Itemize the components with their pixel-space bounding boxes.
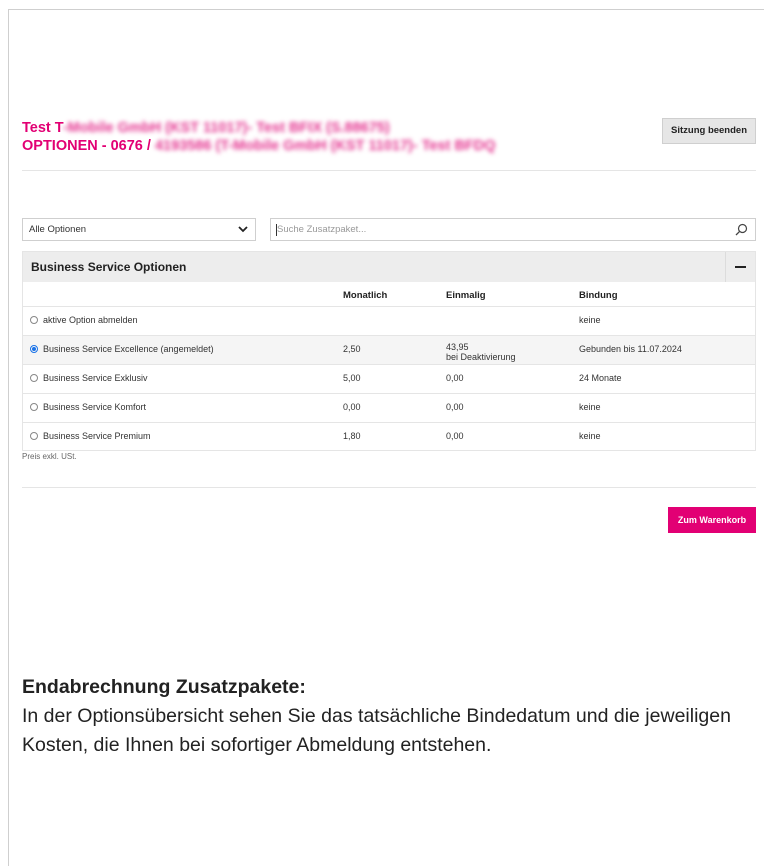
option-binding: keine xyxy=(579,402,601,412)
option-binding: keine xyxy=(579,431,601,441)
option-row[interactable]: Business Service Excellence (angemeldet)… xyxy=(23,335,755,365)
option-row[interactable]: Business Service Exklusiv 5,00 0,00 24 M… xyxy=(23,364,755,394)
customer-title: Test T-Mobile GmbH (KST 11017)- Test BFI… xyxy=(22,120,390,136)
option-radio[interactable] xyxy=(30,403,38,411)
option-monthly-price: 2,50 xyxy=(343,344,361,354)
option-once-price: 43,95 bei Deaktivierung xyxy=(446,342,516,362)
text-cursor xyxy=(276,224,277,236)
option-radio[interactable] xyxy=(30,432,38,440)
option-monthly-price: 5,00 xyxy=(343,373,361,383)
customer-title-prefix: Test T xyxy=(22,120,63,136)
option-name: Business Service Exklusiv xyxy=(43,373,148,383)
options-filter-value: Alle Optionen xyxy=(29,224,87,235)
minus-icon xyxy=(735,266,746,268)
option-name: Business Service Excellence (angemeldet) xyxy=(43,344,214,354)
customer-title-redacted: -Mobile GmbH (KST 11017)- Test BFIX (S.8… xyxy=(62,120,390,136)
option-binding: 24 Monate xyxy=(579,373,622,383)
options-title: OPTIONEN - 0676 / 4193586 (T-Mobile GmbH… xyxy=(22,138,496,154)
end-session-button[interactable]: Sitzung beenden xyxy=(662,118,756,144)
options-title-redacted: 4193586 (T-Mobile GmbH (KST 11017)- Test… xyxy=(154,138,496,154)
option-row[interactable]: aktive Option abmelden keine xyxy=(23,306,755,336)
column-header-once: Einmalig xyxy=(446,290,486,301)
add-to-cart-button[interactable]: Zum Warenkorb xyxy=(668,507,756,533)
business-service-options-panel: Business Service Optionen Monatlich Einm… xyxy=(22,251,756,451)
option-once-price: 0,00 xyxy=(446,402,464,412)
option-name: aktive Option abmelden xyxy=(43,315,138,325)
option-row[interactable]: Business Service Premium 1,80 0,00 keine xyxy=(23,422,755,452)
search-input[interactable]: Suche Zusatzpaket... xyxy=(270,218,756,241)
option-monthly-price: 1,80 xyxy=(343,431,361,441)
caption-heading: Endabrechnung Zusatzpakete: xyxy=(22,676,306,698)
screenshot-frame-top xyxy=(8,9,764,10)
caption-text: In der Optionsübersicht sehen Sie das ta… xyxy=(22,705,731,756)
option-radio-selected[interactable] xyxy=(30,345,38,353)
option-once-value: 43,95 xyxy=(446,342,469,352)
options-filter-select[interactable]: Alle Optionen xyxy=(22,218,256,241)
option-monthly-price: 0,00 xyxy=(343,402,361,412)
option-radio[interactable] xyxy=(30,374,38,382)
options-title-prefix: OPTIONEN - 0676 / xyxy=(22,138,155,154)
screenshot-frame-left xyxy=(8,9,9,866)
chevron-down-icon xyxy=(238,226,248,233)
option-name: Business Service Premium xyxy=(43,431,151,441)
panel-title: Business Service Optionen xyxy=(31,260,187,274)
column-header-binding: Bindung xyxy=(579,290,618,301)
footer-divider xyxy=(22,487,756,488)
header-divider xyxy=(22,170,756,171)
option-binding: Gebunden bis 11.07.2024 xyxy=(579,344,682,354)
price-note: Preis exkl. USt. xyxy=(22,452,77,461)
option-once-note: bei Deaktivierung xyxy=(446,352,516,362)
option-once-price: 0,00 xyxy=(446,373,464,383)
option-row[interactable]: Business Service Komfort 0,00 0,00 keine xyxy=(23,393,755,423)
collapse-toggle-button[interactable] xyxy=(725,252,755,282)
option-once-price: 0,00 xyxy=(446,431,464,441)
search-placeholder: Suche Zusatzpaket... xyxy=(277,224,367,235)
option-name: Business Service Komfort xyxy=(43,402,147,412)
option-radio[interactable] xyxy=(30,316,38,324)
option-binding: keine xyxy=(579,315,601,325)
search-icon[interactable] xyxy=(735,223,748,236)
panel-header: Business Service Optionen xyxy=(23,252,755,282)
column-header-monthly: Monatlich xyxy=(343,290,388,301)
